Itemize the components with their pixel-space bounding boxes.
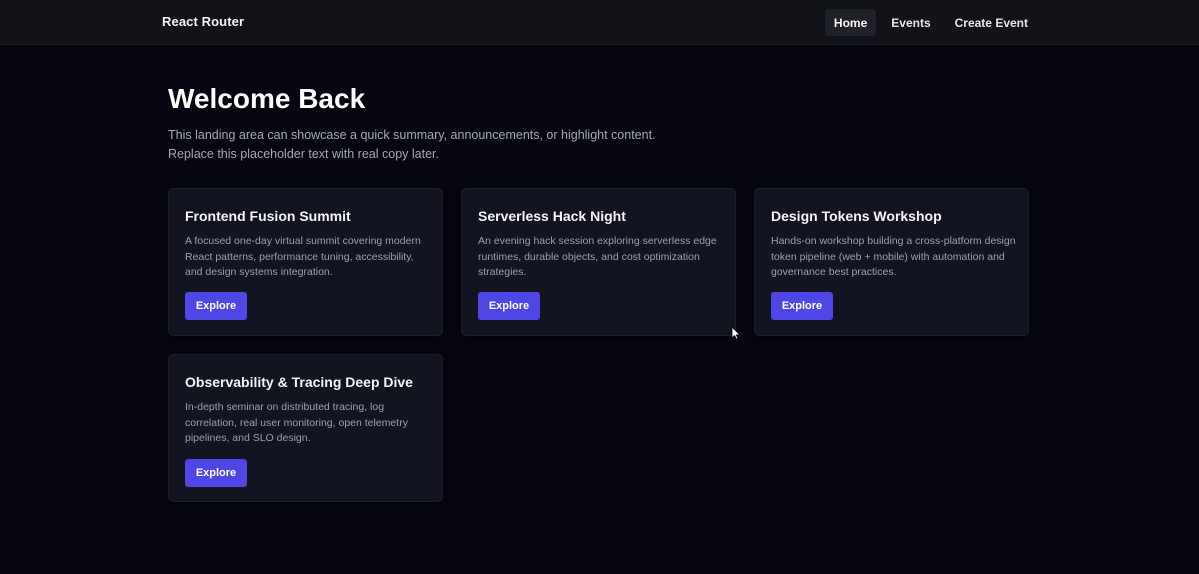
event-card-title: Serverless Hack Night [478,208,626,224]
nav-item-create-event[interactable]: Create Event [946,9,1037,36]
page-title: Welcome Back [168,83,366,114]
event-card-description: A focused one-day virtual summit coverin… [185,235,421,278]
explore-button[interactable]: Explore [771,292,833,320]
intro-line-1: This landing area can showcase a quick s… [168,128,656,142]
top-navbar: React Router Home Events Create Event [0,0,1199,45]
event-card: Design Tokens Workshop Hands-on workshop… [754,188,1029,336]
nav-item-home[interactable]: Home [824,9,877,36]
event-card: Observability & Tracing Deep Dive In-dep… [168,354,443,502]
event-card-title: Design Tokens Workshop [771,208,942,224]
explore-button[interactable]: Explore [185,292,247,320]
main-nav: Home Events Create Event [819,9,1037,36]
intro-text: This landing area can showcase a quick s… [168,126,1032,164]
event-card: Serverless Hack Night An evening hack se… [461,188,736,336]
brand-logo-text[interactable]: React Router [162,14,244,29]
event-card-title: Observability & Tracing Deep Dive [185,374,413,390]
explore-button[interactable]: Explore [478,292,540,320]
nav-item-events[interactable]: Events [882,9,939,36]
mouse-pointer-icon [731,326,741,340]
main-content: Welcome Back This landing area can showc… [168,82,1032,502]
event-card-description: Hands-on workshop building a cross-platf… [771,235,1016,278]
event-card: Frontend Fusion Summit A focused one-day… [168,188,443,336]
intro-line-2: Replace this placeholder text with real … [168,147,439,161]
event-card-description: An evening hack session exploring server… [478,235,717,278]
event-card-title: Frontend Fusion Summit [185,208,351,224]
explore-button[interactable]: Explore [185,459,247,487]
event-card-description: In-depth seminar on distributed tracing,… [185,401,408,444]
